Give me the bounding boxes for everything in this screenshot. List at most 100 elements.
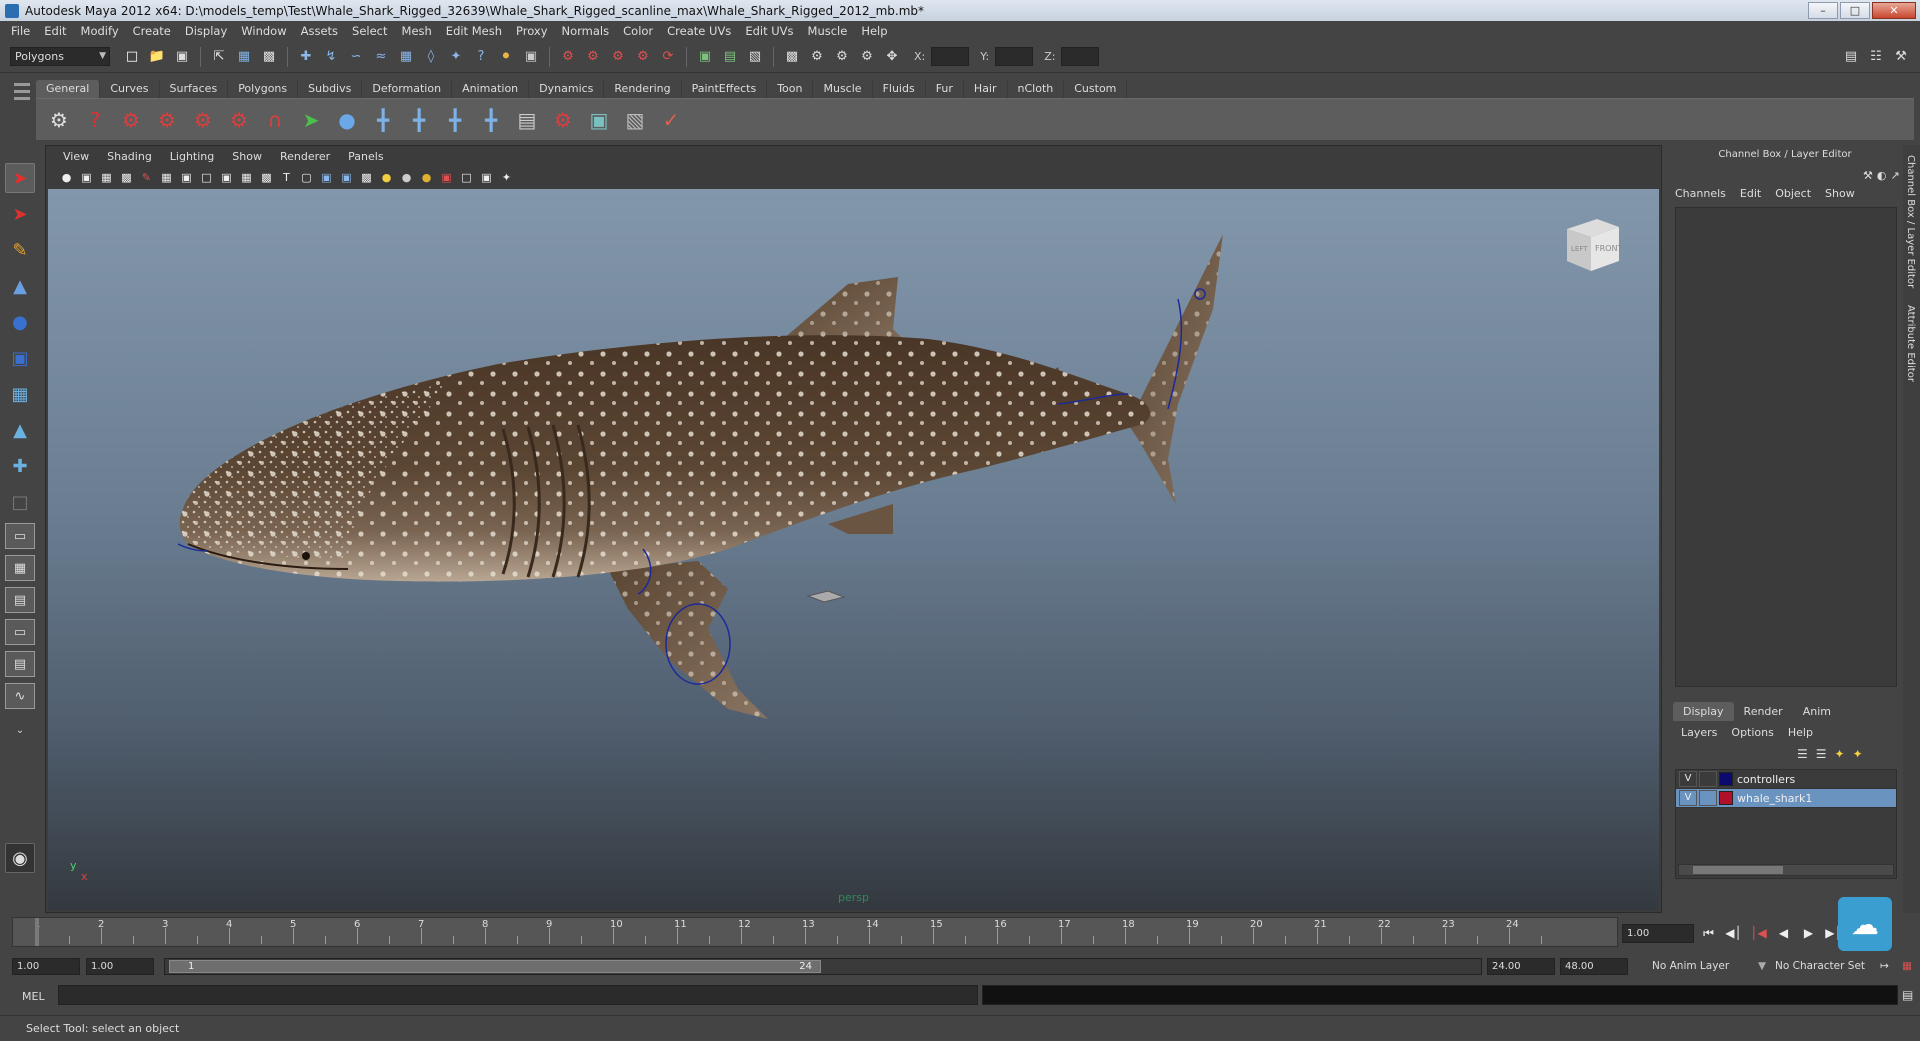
soft-mod-icon[interactable]: ▲ bbox=[5, 415, 35, 445]
shelf-tab-fluids[interactable]: Fluids bbox=[873, 80, 926, 98]
select-tool-icon[interactable]: ➤ bbox=[5, 163, 35, 193]
gate-mask-icon[interactable]: ▣ bbox=[218, 169, 235, 186]
time-slider[interactable]: 123456789101112131415161718192021222324 bbox=[12, 917, 1618, 947]
input-output-icon[interactable]: ⚫ bbox=[495, 46, 517, 68]
curve-layout-icon[interactable]: ∿ bbox=[5, 683, 35, 709]
menu-edit[interactable]: Edit bbox=[37, 24, 73, 38]
paint-weights-icon[interactable]: ⚙ bbox=[548, 104, 578, 136]
shelf-tab-animation[interactable]: Animation bbox=[452, 80, 530, 98]
resolution-gate-icon[interactable]: □ bbox=[198, 169, 215, 186]
camera-attributes-icon[interactable]: ▣ bbox=[78, 169, 95, 186]
shelf-tab-general[interactable]: General bbox=[36, 80, 101, 98]
transform-mode-icon[interactable]: ✥ bbox=[881, 46, 903, 68]
green-arrow-icon[interactable]: ➤ bbox=[296, 104, 326, 136]
view-cube[interactable]: LEFT FRONT bbox=[1557, 215, 1623, 275]
layer-row[interactable]: V whale_shark1 bbox=[1676, 789, 1896, 808]
side-tab-channel-box[interactable]: Channel Box / Layer Editor bbox=[1905, 155, 1916, 288]
z-coordinate-field[interactable] bbox=[1061, 47, 1100, 66]
menu-select[interactable]: Select bbox=[345, 24, 394, 38]
layer-menu-help[interactable]: Help bbox=[1788, 726, 1813, 739]
camera-icon[interactable]: ▩ bbox=[781, 46, 803, 68]
snap-plane-icon[interactable]: ≈ bbox=[370, 46, 392, 68]
shelf-tab-custom[interactable]: Custom bbox=[1064, 80, 1128, 98]
grease-pencil-icon[interactable]: ✎ bbox=[138, 169, 155, 186]
isolate-select-icon[interactable]: ▣ bbox=[438, 169, 455, 186]
image-plane-icon[interactable]: ▩ bbox=[118, 169, 135, 186]
last-tool-icon[interactable]: □ bbox=[5, 487, 35, 517]
manipulator-tool-icon[interactable]: ▦ bbox=[5, 379, 35, 409]
gear-settings-icon[interactable]: ⚙ bbox=[224, 104, 254, 136]
render-current-frame-icon[interactable]: ⚙ bbox=[557, 46, 579, 68]
auto-key-icon[interactable]: ↦ bbox=[1880, 960, 1889, 972]
step-back-frame-icon[interactable]: │◀ bbox=[1748, 924, 1769, 943]
layer-tab-render[interactable]: Render bbox=[1734, 702, 1793, 721]
safe-action-icon[interactable]: ▩ bbox=[258, 169, 275, 186]
menu-modify[interactable]: Modify bbox=[74, 24, 126, 38]
x-coordinate-field[interactable] bbox=[931, 47, 970, 66]
animation-start-field[interactable]: 1.00 bbox=[12, 958, 80, 975]
field-chart-icon[interactable]: ▦ bbox=[238, 169, 255, 186]
play-forward-icon[interactable]: ▶ bbox=[1798, 924, 1819, 943]
shelf-tab-ncloth[interactable]: nCloth bbox=[1008, 80, 1065, 98]
channel-list[interactable] bbox=[1675, 207, 1897, 687]
scrollbar-thumb[interactable] bbox=[1693, 866, 1783, 874]
close-button[interactable]: ✕ bbox=[1872, 2, 1916, 19]
layer-menu-options[interactable]: Options bbox=[1731, 726, 1773, 739]
magnet-icon[interactable]: ∩ bbox=[260, 104, 290, 136]
command-language-label[interactable]: MEL bbox=[22, 990, 45, 1003]
xray-icon[interactable]: □ bbox=[458, 169, 475, 186]
four-view-layout-icon[interactable]: ▦ bbox=[5, 555, 35, 581]
layer-display-type-toggle[interactable] bbox=[1699, 790, 1717, 806]
shelf-tab-curves[interactable]: Curves bbox=[100, 80, 160, 98]
step-back-key-icon[interactable]: ◀│ bbox=[1723, 924, 1744, 943]
cloud-upload-icon[interactable]: ☁ bbox=[1838, 897, 1892, 951]
chevron-down-icon[interactable]: ▼ bbox=[1758, 960, 1766, 972]
menu-set-dropdown[interactable]: Polygons ▼ bbox=[10, 47, 110, 66]
menu-edit-uvs[interactable]: Edit UVs bbox=[738, 24, 800, 38]
camera-frame-icon[interactable]: ⚙ bbox=[856, 46, 878, 68]
panel-menu-shading[interactable]: Shading bbox=[98, 150, 161, 163]
menu-proxy[interactable]: Proxy bbox=[509, 24, 555, 38]
render-view-icon[interactable]: ⟳ bbox=[657, 46, 679, 68]
select-by-object-icon[interactable]: ▦ bbox=[233, 46, 255, 68]
shelf-tab-painteffects[interactable]: PaintEffects bbox=[682, 80, 768, 98]
play-backward-icon[interactable]: ◀ bbox=[1773, 924, 1794, 943]
animation-preferences-icon[interactable]: ▦ bbox=[1902, 960, 1912, 972]
menu-create[interactable]: Create bbox=[126, 24, 178, 38]
wireframe-icon[interactable]: ▢ bbox=[298, 169, 315, 186]
single-view-layout-icon[interactable]: ▭ bbox=[5, 523, 35, 549]
menu-assets[interactable]: Assets bbox=[294, 24, 345, 38]
wireframe-on-shaded-icon[interactable]: ▣ bbox=[338, 169, 355, 186]
graph-layout-icon[interactable]: ▭ bbox=[5, 619, 35, 645]
perspective-viewport[interactable]: LEFT FRONT y x persp bbox=[48, 189, 1659, 910]
help-question-icon[interactable]: ? bbox=[80, 104, 110, 136]
shadows-icon[interactable]: ● bbox=[418, 169, 435, 186]
channel-box-menu-channels[interactable]: Channels bbox=[1675, 187, 1726, 200]
view-cube-front-face[interactable]: FRONT bbox=[1595, 244, 1622, 253]
camera-toggle-icon[interactable]: ⚙ bbox=[806, 46, 828, 68]
menu-file[interactable]: File bbox=[4, 24, 37, 38]
skeleton-icon[interactable]: ╋ bbox=[476, 104, 506, 136]
maximize-button[interactable]: □ bbox=[1840, 2, 1870, 19]
brush-icon[interactable]: ✓ bbox=[656, 104, 686, 136]
select-by-hierarchy-icon[interactable]: ⇱ bbox=[208, 46, 230, 68]
rotate-tool-icon[interactable]: ● bbox=[5, 307, 35, 337]
joint-tool-icon[interactable]: ╋ bbox=[368, 104, 398, 136]
menu-mesh[interactable]: Mesh bbox=[395, 24, 439, 38]
panel-menu-view[interactable]: View bbox=[54, 150, 98, 163]
menu-display[interactable]: Display bbox=[178, 24, 234, 38]
show-hide-panel-icon[interactable]: ▣ bbox=[694, 46, 716, 68]
select-camera-icon[interactable]: ● bbox=[58, 169, 75, 186]
hud-icon[interactable]: ✦ bbox=[498, 169, 515, 186]
render-settings-icon[interactable]: ⚙ bbox=[607, 46, 629, 68]
snap-grid-icon[interactable]: ✚ bbox=[295, 46, 317, 68]
film-gate-icon[interactable]: ▣ bbox=[178, 169, 195, 186]
whale-shark-model[interactable] bbox=[48, 189, 1659, 910]
side-tab-attribute-editor[interactable]: Attribute Editor bbox=[1905, 305, 1916, 382]
tool-settings-icon[interactable]: ⚒ bbox=[1890, 46, 1912, 68]
all-lights-icon[interactable]: ● bbox=[398, 169, 415, 186]
layer-tab-display[interactable]: Display bbox=[1673, 702, 1734, 721]
textured-icon[interactable]: ▩ bbox=[358, 169, 375, 186]
outliner-layout-icon[interactable]: ▤ bbox=[5, 587, 35, 613]
expand-arrow-icon[interactable]: ⌄ bbox=[5, 715, 35, 745]
